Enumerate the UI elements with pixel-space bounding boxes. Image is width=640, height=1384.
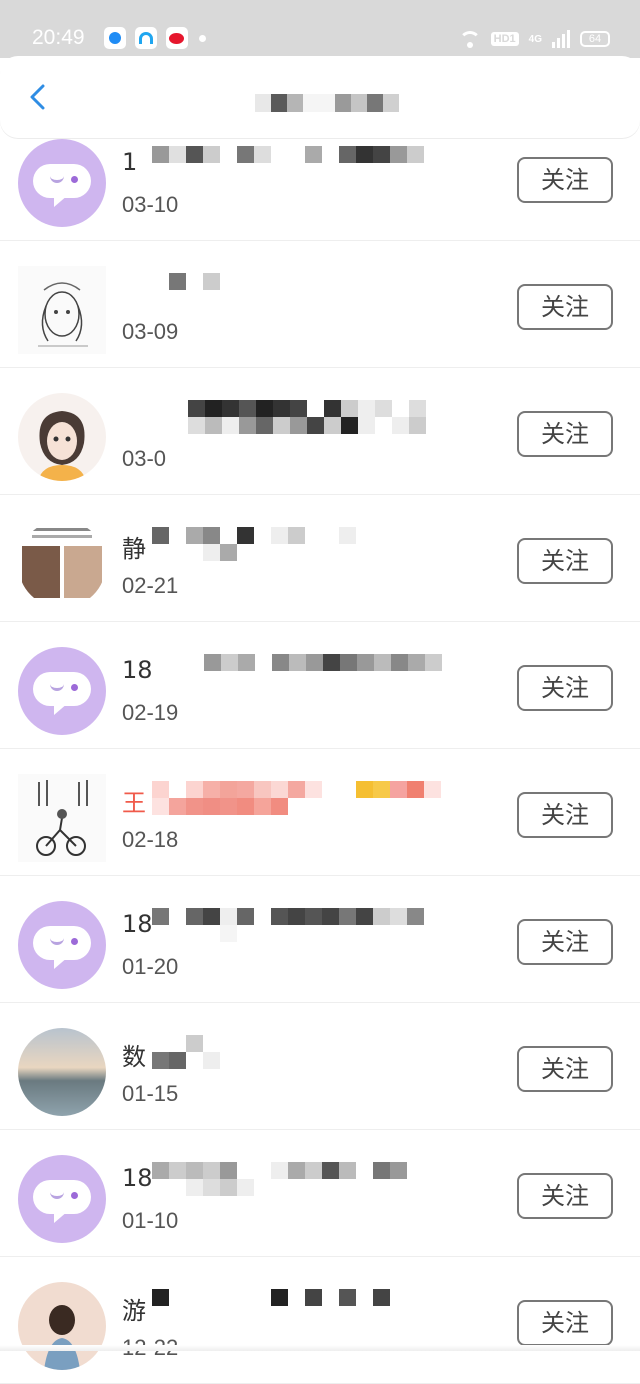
user-name: 静 <box>122 535 146 563</box>
name-mosaic <box>152 908 442 942</box>
avatar[interactable] <box>18 266 106 354</box>
name-mosaic <box>152 1035 220 1069</box>
weibo-icon <box>166 27 188 49</box>
follow-button[interactable]: 关注 <box>517 792 613 838</box>
avatar[interactable] <box>18 774 106 862</box>
follow-list: 1 03-10 关注 03-09 关注 03-0 关注 静 02-21 关注 1… <box>0 114 640 1384</box>
status-time: 20:49 <box>32 26 85 49</box>
name-mosaic <box>204 654 442 688</box>
follow-date: 01-15 <box>122 1081 179 1106</box>
follow-button[interactable]: 关注 <box>517 919 613 965</box>
page-title <box>255 94 399 114</box>
user-name: 王 <box>122 789 146 817</box>
list-item[interactable]: 静 02-21 关注 <box>0 495 640 622</box>
follow-date: 01-20 <box>122 954 179 979</box>
list-item[interactable]: 03-0 关注 <box>0 368 640 495</box>
list-item[interactable]: 18 02-19 关注 <box>0 622 640 749</box>
user-name: 18 <box>122 1164 153 1192</box>
avatar[interactable] <box>18 1028 106 1116</box>
user-name: 18 <box>122 910 153 938</box>
browser-icon <box>104 27 126 49</box>
avatar[interactable] <box>18 139 106 227</box>
name-mosaic <box>152 781 442 815</box>
list-item[interactable]: 18 01-10 关注 <box>0 1130 640 1257</box>
follow-button[interactable]: 关注 <box>517 411 613 457</box>
follow-date: 03-10 <box>122 192 179 217</box>
user-name: 游 <box>122 1297 146 1325</box>
list-item[interactable]: 游 12-22 关注 <box>0 1257 640 1384</box>
cloud-icon <box>135 27 157 49</box>
user-name: 数 <box>122 1043 146 1071</box>
follow-button[interactable]: 关注 <box>517 1300 613 1346</box>
follow-date: 02-18 <box>122 827 179 852</box>
status-icons: HD1 4G 64 <box>458 28 610 50</box>
follow-button[interactable]: 关注 <box>517 157 613 203</box>
list-item[interactable]: 数 01-15 关注 <box>0 1003 640 1130</box>
name-mosaic <box>152 273 442 307</box>
hd-badge: HD1 <box>490 32 519 46</box>
signal-icon <box>552 30 570 48</box>
network-label: 4G <box>528 33 542 45</box>
name-mosaic <box>152 146 442 180</box>
avatar[interactable] <box>18 1282 106 1370</box>
wifi-icon <box>458 31 481 48</box>
status-bar: 20:49 HD1 4G 64 <box>0 0 640 58</box>
avatar[interactable] <box>18 901 106 989</box>
name-mosaic <box>152 527 392 561</box>
follow-date: 03-0 <box>122 446 167 471</box>
follow-button[interactable]: 关注 <box>517 1046 613 1092</box>
avatar[interactable] <box>18 393 106 481</box>
chevron-left-icon[interactable] <box>26 84 52 110</box>
avatar[interactable] <box>18 647 106 735</box>
user-name: 18 <box>122 656 153 684</box>
name-mosaic <box>188 400 428 434</box>
avatar[interactable] <box>18 520 106 608</box>
battery-icon: 64 <box>580 31 610 47</box>
list-item[interactable]: 王 02-18 关注 <box>0 749 640 876</box>
name-mosaic <box>152 1289 390 1323</box>
follow-button[interactable]: 关注 <box>517 538 613 584</box>
avatar[interactable] <box>18 1155 106 1243</box>
user-name: 1 <box>122 148 138 176</box>
nav-bar <box>0 56 640 138</box>
name-mosaic <box>152 1162 424 1196</box>
follow-button[interactable]: 关注 <box>517 665 613 711</box>
notification-dot-icon <box>199 35 206 42</box>
list-item[interactable]: 18 01-20 关注 <box>0 876 640 1003</box>
follow-button[interactable]: 关注 <box>517 1173 613 1219</box>
follow-date: 03-09 <box>122 319 179 344</box>
list-item[interactable]: 03-09 关注 <box>0 241 640 368</box>
scroll-indicator <box>0 1345 640 1351</box>
follow-date: 02-21 <box>122 573 179 598</box>
follow-date: 01-10 <box>122 1208 179 1233</box>
follow-button[interactable]: 关注 <box>517 284 613 330</box>
follow-date: 02-19 <box>122 700 179 725</box>
